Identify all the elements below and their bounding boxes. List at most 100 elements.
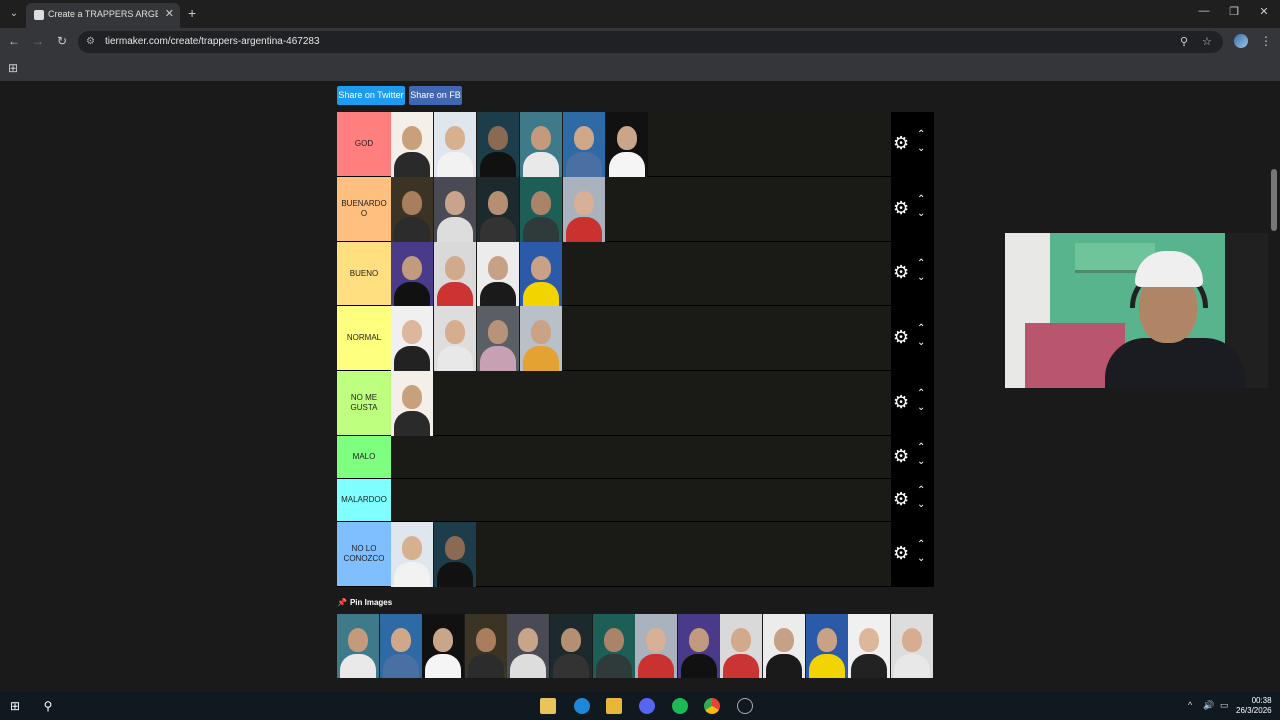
tier-image[interactable]: [391, 371, 433, 436]
tier-image[interactable]: [391, 306, 433, 371]
pool-image[interactable]: [464, 614, 507, 678]
tier-image[interactable]: [606, 112, 648, 177]
gear-icon[interactable]: ⚙: [893, 392, 909, 413]
tier-image[interactable]: [477, 112, 519, 177]
tier-label[interactable]: BUENO: [337, 242, 391, 305]
back-arrow-icon[interactable]: ←: [6, 34, 22, 48]
site-info-icon[interactable]: ⚙: [86, 36, 95, 47]
pool-image[interactable]: [677, 614, 720, 678]
pool-image[interactable]: [890, 614, 933, 678]
pool-image[interactable]: [422, 614, 465, 678]
spotify-icon[interactable]: [672, 698, 688, 714]
search-icon[interactable]: ⚲: [40, 698, 56, 714]
pool-image[interactable]: [337, 614, 379, 678]
move-down-chevron-icon[interactable]: ⌄: [917, 143, 925, 154]
apps-grid-icon[interactable]: ⊞: [8, 61, 18, 75]
move-up-chevron-icon[interactable]: ⌃: [917, 442, 925, 453]
pool-image[interactable]: [805, 614, 848, 678]
tier-image[interactable]: [563, 177, 605, 242]
tier-image[interactable]: [391, 242, 433, 306]
page-scrollbar[interactable]: [1268, 81, 1280, 692]
tier-image[interactable]: [434, 522, 476, 587]
obs-icon[interactable]: [737, 698, 753, 714]
tier-image[interactable]: [391, 522, 433, 587]
volume-icon[interactable]: 🔊: [1203, 700, 1214, 711]
tier-image[interactable]: [477, 306, 519, 371]
move-up-chevron-icon[interactable]: ⌃: [917, 129, 925, 140]
pool-image[interactable]: [592, 614, 635, 678]
tier-image[interactable]: [520, 112, 562, 177]
url-text[interactable]: tiermaker.com/create/trappers-argentina-…: [105, 36, 320, 47]
tier-image[interactable]: [520, 177, 562, 242]
move-down-chevron-icon[interactable]: ⌄: [917, 553, 925, 564]
tier-label[interactable]: NO LO CONOZCO: [337, 522, 391, 586]
tier-label[interactable]: MALO: [337, 436, 391, 478]
restore-icon[interactable]: ❐: [1224, 5, 1244, 18]
share-fb-button[interactable]: Share on FB: [409, 86, 462, 105]
new-tab-plus-icon[interactable]: +: [188, 5, 196, 21]
window-close-icon[interactable]: ✕: [1254, 5, 1274, 18]
move-down-chevron-icon[interactable]: ⌄: [917, 272, 925, 283]
share-twitter-button[interactable]: Share on Twitter: [337, 86, 405, 105]
tier-image[interactable]: [477, 177, 519, 242]
tray-chevron-icon[interactable]: ^: [1188, 700, 1192, 710]
tier-image[interactable]: [434, 242, 476, 306]
file-explorer-icon[interactable]: [540, 698, 556, 714]
scroll-thumb[interactable]: [1271, 169, 1277, 231]
pool-image[interactable]: [762, 614, 805, 678]
pin-images-label[interactable]: 📌 Pin Images: [337, 598, 392, 607]
pool-image[interactable]: [635, 614, 678, 678]
move-down-chevron-icon[interactable]: ⌄: [917, 499, 925, 510]
gear-icon[interactable]: ⚙: [893, 543, 909, 564]
chrome-icon[interactable]: [704, 698, 720, 714]
move-down-chevron-icon[interactable]: ⌄: [917, 456, 925, 467]
gear-icon[interactable]: ⚙: [893, 198, 909, 219]
address-bar[interactable]: ⚙ tiermaker.com/create/trappers-argentin…: [78, 31, 1223, 53]
move-up-chevron-icon[interactable]: ⌃: [917, 258, 925, 269]
move-down-chevron-icon[interactable]: ⌄: [917, 208, 925, 219]
move-up-chevron-icon[interactable]: ⌃: [917, 323, 925, 334]
minimize-icon[interactable]: —: [1194, 5, 1214, 17]
network-icon[interactable]: ▭: [1220, 700, 1229, 711]
tier-image[interactable]: [391, 177, 433, 242]
tier-label[interactable]: NO ME GUSTA: [337, 371, 391, 435]
tier-label[interactable]: GOD: [337, 112, 391, 176]
gear-icon[interactable]: ⚙: [893, 446, 909, 467]
forward-arrow-icon[interactable]: →: [30, 34, 46, 48]
tier-image[interactable]: [477, 242, 519, 306]
tier-image[interactable]: [563, 112, 605, 177]
tier-label[interactable]: BUENARDO O: [337, 177, 391, 241]
pool-image[interactable]: [848, 614, 891, 678]
folder-icon[interactable]: [606, 698, 622, 714]
gear-icon[interactable]: ⚙: [893, 489, 909, 510]
bookmark-star-icon[interactable]: ☆: [1202, 35, 1212, 48]
tier-image[interactable]: [434, 112, 476, 177]
tab-search-icon[interactable]: ⌄: [4, 4, 24, 24]
taskbar-clock[interactable]: 00:38 26/3/2026: [1236, 696, 1272, 716]
tier-image[interactable]: [434, 177, 476, 242]
start-windows-icon[interactable]: ⊞: [7, 698, 23, 714]
pool-image[interactable]: [720, 614, 763, 678]
move-down-chevron-icon[interactable]: ⌄: [917, 337, 925, 348]
gear-icon[interactable]: ⚙: [893, 262, 909, 283]
gear-icon[interactable]: ⚙: [893, 133, 909, 154]
move-down-chevron-icon[interactable]: ⌄: [917, 402, 925, 413]
edge-icon[interactable]: [574, 698, 590, 714]
browser-menu-icon[interactable]: ⋮: [1260, 34, 1272, 48]
gear-icon[interactable]: ⚙: [893, 327, 909, 348]
move-up-chevron-icon[interactable]: ⌃: [917, 485, 925, 496]
move-up-chevron-icon[interactable]: ⌃: [917, 194, 925, 205]
pool-image[interactable]: [507, 614, 550, 678]
reload-icon[interactable]: ↻: [54, 34, 70, 48]
tier-image[interactable]: [520, 242, 562, 306]
tab-close-icon[interactable]: ✕: [165, 7, 174, 20]
discord-icon[interactable]: [639, 698, 655, 714]
tab-tiermaker[interactable]: Create a TRAPPERS ARGENTINA ✕: [26, 3, 180, 28]
tier-label[interactable]: MALARDOO: [337, 479, 391, 521]
tier-image[interactable]: [434, 306, 476, 371]
tier-image[interactable]: [391, 112, 433, 177]
pool-image[interactable]: [549, 614, 592, 678]
zoom-icon[interactable]: ⚲: [1180, 35, 1188, 48]
move-up-chevron-icon[interactable]: ⌃: [917, 388, 925, 399]
move-up-chevron-icon[interactable]: ⌃: [917, 539, 925, 550]
